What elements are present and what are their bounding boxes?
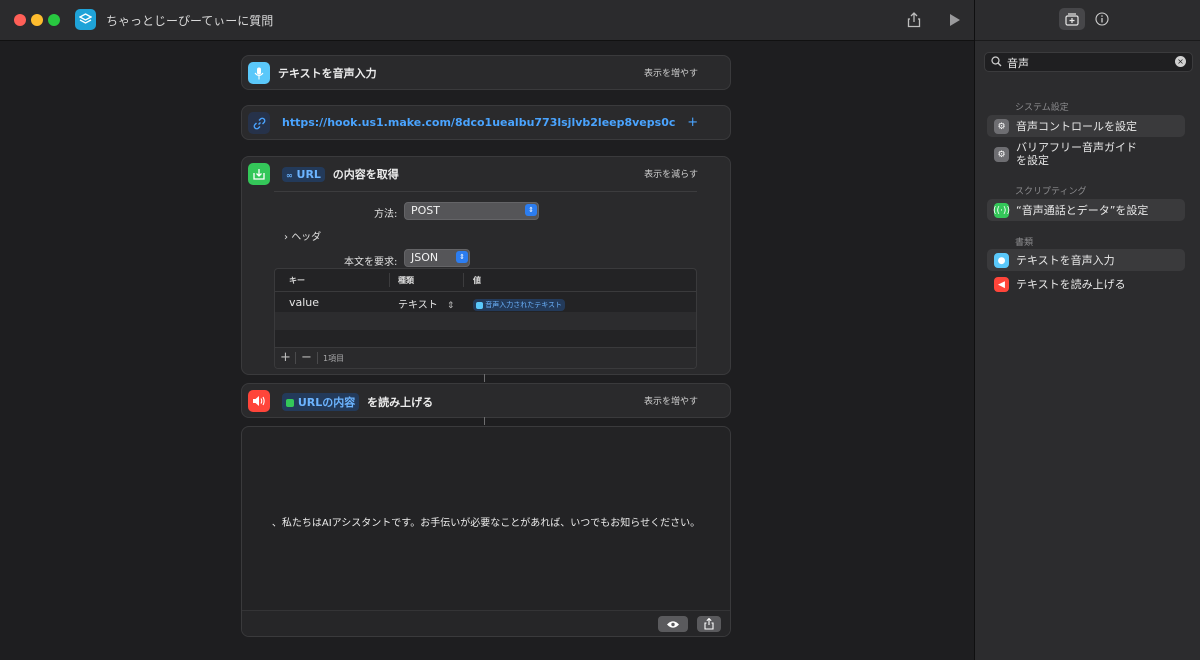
chevron-right-icon: › bbox=[284, 232, 288, 243]
updown-chevron-icon: ⇕ bbox=[525, 204, 537, 216]
dictated-text-token[interactable]: 音声入力されたテキスト bbox=[473, 299, 566, 311]
body-label: 本文を要求: bbox=[344, 257, 398, 268]
zoom-window-button[interactable] bbox=[48, 14, 60, 26]
row-type-select[interactable]: テキスト ⇕ bbox=[398, 296, 454, 311]
url-contents-token[interactable]: URLの内容 bbox=[282, 393, 360, 411]
cellular-icon: ((·)) bbox=[993, 203, 1010, 218]
minimize-window-button[interactable] bbox=[31, 14, 43, 26]
section-title: スクリプティング bbox=[1015, 187, 1087, 197]
row-value[interactable]: 音声入力されたテキスト bbox=[473, 297, 566, 311]
microphone-icon bbox=[248, 62, 270, 84]
show-less-link[interactable]: 表示を減らす bbox=[644, 167, 698, 180]
dictate-text-action[interactable]: テキストを音声入力 表示を増やす bbox=[241, 55, 731, 90]
share-output-button[interactable] bbox=[697, 616, 721, 632]
download-icon bbox=[248, 163, 270, 185]
action-library-tab[interactable] bbox=[1059, 8, 1085, 30]
table-footer: + − 1項目 bbox=[275, 347, 696, 368]
action-search-field[interactable]: 音声 × bbox=[984, 52, 1193, 72]
sidebar-item-cellular-data[interactable]: ((·)) “音声通話とデータ”を設定 bbox=[987, 199, 1185, 221]
action-title-text: を読み上げる bbox=[367, 396, 434, 409]
title-bar: ちゃっとじーぴーてぃーに質問 bbox=[0, 0, 974, 41]
shortcut-icon[interactable] bbox=[75, 9, 96, 30]
shortcut-details-tab[interactable] bbox=[1092, 9, 1112, 29]
body-type-select[interactable]: JSON ⇕ bbox=[404, 249, 470, 267]
sidebar-item-label: 音声コントロールを設定 bbox=[1016, 120, 1137, 133]
sidebar-item-label: テキストを音声入力 bbox=[1016, 254, 1115, 267]
column-header-key: キー bbox=[289, 276, 305, 285]
clear-search-icon[interactable]: × bbox=[1175, 56, 1186, 67]
result-output-panel: 、私たちはAIアシスタントです。お手伝いが必要なことがあれば、いつでもお知らせく… bbox=[241, 426, 731, 637]
headers-disclosure[interactable]: › ヘッダ bbox=[284, 228, 321, 243]
method-value: POST bbox=[411, 204, 440, 217]
download-token-icon bbox=[286, 399, 294, 407]
column-divider bbox=[389, 273, 390, 287]
action-title: テキストを音声入力 bbox=[278, 67, 377, 80]
footer-divider bbox=[295, 352, 296, 364]
share-icon[interactable] bbox=[904, 10, 924, 30]
sidebar-item-speak-text[interactable]: ◀ テキストを読み上げる bbox=[987, 273, 1185, 295]
sidebar-item-label: バリアフリー音声ガイドを設定 bbox=[1016, 141, 1137, 167]
info-icon bbox=[1095, 12, 1109, 26]
shortcuts-window: ちゃっとじーぴーてぃーに質問 テキストを音声入力 表示を増やす https://… bbox=[0, 0, 1200, 660]
method-select[interactable]: POST ⇕ bbox=[404, 202, 539, 220]
action-title: ∞ URL の内容を取得 bbox=[282, 166, 399, 182]
column-header-type: 種類 bbox=[398, 276, 414, 285]
window-title: ちゃっとじーぴーてぃーに質問 bbox=[106, 14, 274, 28]
action-connector bbox=[484, 374, 485, 382]
search-value[interactable]: 音声 bbox=[1007, 55, 1029, 71]
sidebar-item-label: テキストを読み上げる bbox=[1016, 278, 1126, 291]
show-more-link[interactable]: 表示を増やす bbox=[644, 66, 698, 79]
link-icon bbox=[248, 112, 270, 134]
output-toolbar bbox=[242, 610, 730, 636]
action-title-text: の内容を取得 bbox=[332, 168, 399, 181]
body-type-value: JSON bbox=[411, 251, 439, 264]
action-title: URLの内容 を読み上げる bbox=[282, 393, 433, 411]
column-divider bbox=[463, 273, 464, 287]
add-url-button[interactable]: + bbox=[687, 115, 698, 130]
table-row-empty bbox=[275, 312, 696, 330]
updown-chevron-icon: ⇕ bbox=[456, 251, 468, 263]
run-icon[interactable] bbox=[945, 10, 965, 30]
action-connector bbox=[484, 417, 485, 425]
preview-button[interactable] bbox=[658, 616, 688, 632]
microphone-token-icon bbox=[476, 301, 483, 309]
url-value[interactable]: https://hook.us1.make.com/8dco1uealbu773… bbox=[282, 116, 675, 129]
link-token-icon: ∞ bbox=[286, 171, 293, 180]
sidebar-toolbar bbox=[975, 0, 1200, 41]
library-add-icon bbox=[1065, 12, 1079, 26]
remove-field-button[interactable]: − bbox=[301, 350, 312, 365]
speaker-icon bbox=[248, 390, 270, 412]
share-icon bbox=[704, 618, 714, 630]
sidebar-item-voice-control[interactable]: ⚙ 音声コントロールを設定 bbox=[987, 115, 1185, 137]
system-settings-icon: ⚙ bbox=[994, 147, 1009, 162]
show-more-link[interactable]: 表示を増やす bbox=[644, 394, 698, 407]
section-title: 書類 bbox=[1015, 238, 1034, 248]
speak-text-action[interactable]: URLの内容 を読み上げる 表示を増やす bbox=[241, 383, 731, 418]
json-fields-table: キー 種類 値 value テキスト ⇕ 音声入力されたテキスト + − 1項目 bbox=[274, 268, 697, 369]
url-field[interactable]: https://hook.us1.make.com/8dco1uealbu773… bbox=[282, 115, 698, 130]
url-variable-token[interactable]: ∞ URL bbox=[282, 167, 325, 182]
sidebar-item-dictate-text[interactable]: ● テキストを音声入力 bbox=[987, 249, 1185, 271]
actions-sidebar: 音声 × システム設定 ⚙ 音声コントロールを設定 ⚙ バリアフリー音声ガイドを… bbox=[974, 0, 1200, 660]
sidebar-item-label: “音声通話とデータ”を設定 bbox=[1016, 204, 1149, 217]
row-key[interactable]: value bbox=[289, 296, 319, 309]
item-count: 1項目 bbox=[323, 354, 345, 363]
method-label: 方法: bbox=[374, 209, 398, 220]
output-text: 、私たちはAIアシスタントです。お手伝いが必要なことがあれば、いつでもお知らせく… bbox=[271, 518, 701, 529]
footer-divider bbox=[317, 352, 318, 364]
eye-icon bbox=[667, 620, 679, 628]
section-title: システム設定 bbox=[1015, 103, 1069, 113]
search-icon bbox=[991, 56, 1002, 67]
system-settings-icon: ⚙ bbox=[994, 119, 1009, 134]
divider bbox=[274, 191, 697, 192]
column-header-value: 値 bbox=[473, 276, 481, 285]
updown-chevron-icon: ⇕ bbox=[446, 301, 455, 311]
microphone-icon: ● bbox=[994, 253, 1009, 268]
sidebar-item-voiceover[interactable]: ⚙ バリアフリー音声ガイドを設定 bbox=[987, 139, 1185, 169]
add-field-button[interactable]: + bbox=[280, 350, 291, 365]
url-action[interactable]: https://hook.us1.make.com/8dco1uealbu773… bbox=[241, 105, 731, 140]
table-row[interactable]: value テキスト ⇕ 音声入力されたテキスト bbox=[275, 292, 696, 312]
speaker-icon: ◀ bbox=[994, 277, 1009, 292]
close-window-button[interactable] bbox=[14, 14, 26, 26]
